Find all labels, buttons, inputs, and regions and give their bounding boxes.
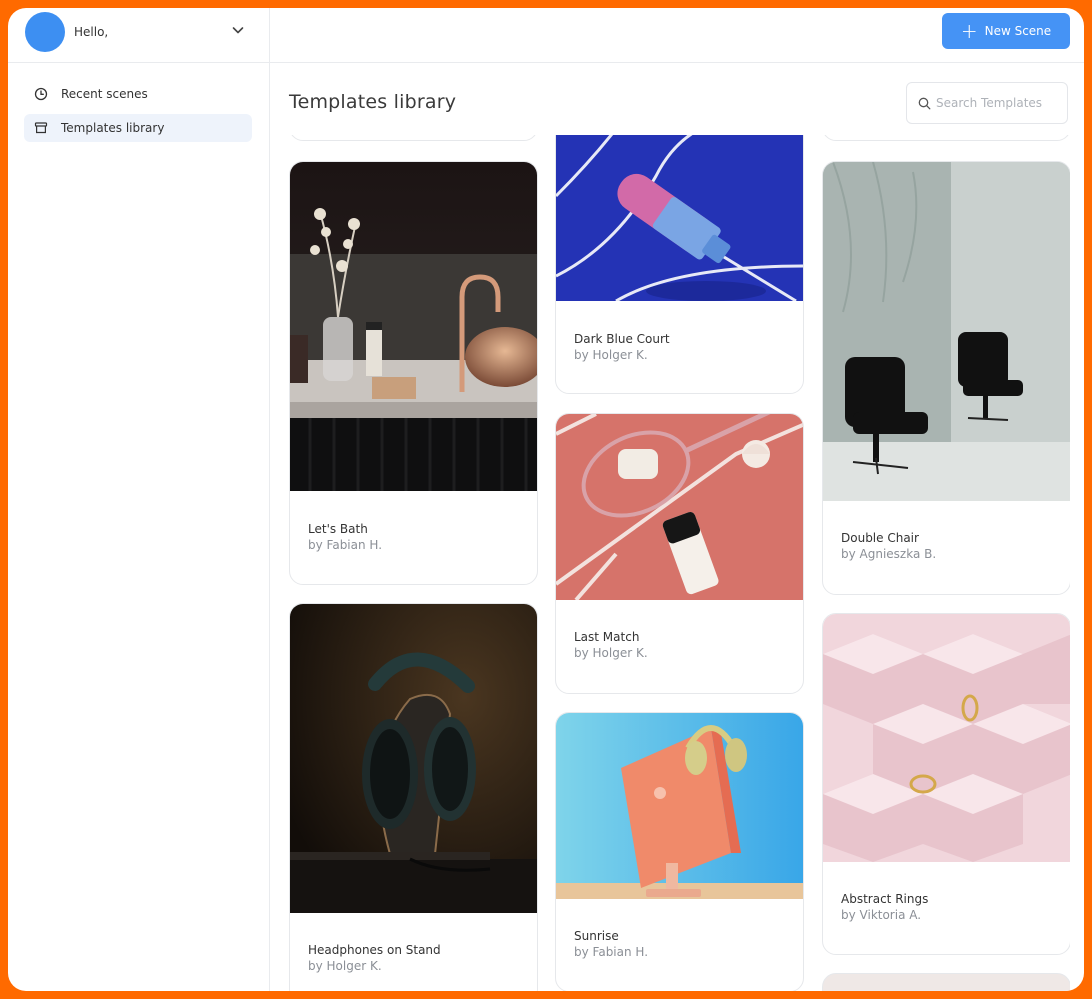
archive-icon (34, 122, 48, 134)
new-scene-button[interactable]: + New Scene (942, 13, 1070, 49)
sidebar-item-label: Recent scenes (61, 87, 148, 101)
template-name: Sunrise (574, 929, 619, 943)
template-author: by Fabian H. (308, 538, 383, 552)
bathroom-scene-image (290, 162, 537, 491)
top-bar: Hello, + New Scene (8, 8, 1084, 63)
template-caption: Let's Bath by Fabian H. (308, 522, 382, 552)
page-title: Templates library (289, 91, 457, 113)
template-card[interactable]: Let's Bath by Fabian H. (289, 161, 538, 585)
sidebar-item-recent-scenes[interactable]: Recent scenes (24, 80, 252, 108)
search-box[interactable] (906, 82, 1068, 124)
template-card-partial[interactable] (289, 135, 538, 141)
last-match-scene-image (556, 414, 803, 600)
sidebar: Recent scenes Templates library (8, 63, 270, 991)
sidebar-item-label: Templates library (61, 121, 165, 135)
template-caption: Sunrise by Fabian H. (574, 929, 648, 959)
template-name: Headphones on Stand (308, 943, 441, 957)
sunrise-scene-image (556, 713, 803, 899)
template-thumbnail (290, 162, 537, 491)
template-card-partial[interactable] (822, 135, 1070, 141)
chevron-down-icon[interactable] (230, 22, 246, 38)
template-card[interactable]: Headphones on Stand by Holger K. (289, 603, 538, 991)
search-input[interactable] (936, 96, 1066, 110)
greeting-text: Hello, (74, 25, 109, 39)
user-menu[interactable]: Hello, (8, 8, 270, 63)
template-thumbnail (823, 162, 1070, 501)
template-name: Abstract Rings (841, 892, 929, 906)
main-content: Templates library Search Templates Let's… (271, 64, 1084, 991)
double-chair-scene-image (823, 162, 1070, 501)
template-caption: Dark Blue Court by Holger K. (574, 332, 670, 362)
template-card[interactable]: Dark Blue Court by Holger K. (555, 135, 804, 394)
clock-icon (34, 87, 48, 101)
template-author: by Viktoria A. (841, 908, 922, 922)
template-name: Let's Bath (308, 522, 368, 536)
templates-grid: Let's Bath by Fabian H. Headphones on St… (289, 135, 1070, 991)
template-card[interactable]: Double Chair by Agnieszka B. (822, 161, 1070, 595)
template-name: Dark Blue Court (574, 332, 670, 346)
template-author: by Holger K. (574, 646, 648, 660)
abstract-rings-scene-image (823, 614, 1070, 862)
template-card[interactable]: Last Match by Holger K. (555, 413, 804, 694)
headphones-scene-image (290, 604, 537, 913)
template-caption: Last Match by Holger K. (574, 630, 648, 660)
template-author: by Holger K. (308, 959, 382, 973)
new-scene-label: New Scene (984, 24, 1052, 38)
search-icon (918, 97, 931, 109)
app-window: Hello, + New Scene Recent scenes Templat… (8, 8, 1084, 991)
template-author: by Holger K. (574, 348, 648, 362)
template-card[interactable]: Sunrise by Fabian H. (555, 712, 804, 991)
template-thumbnail (823, 614, 1070, 862)
blue-court-scene-image (556, 135, 803, 301)
template-caption: Double Chair by Agnieszka B. (841, 531, 936, 561)
template-thumbnail (556, 135, 803, 301)
sidebar-item-templates-library[interactable]: Templates library (24, 114, 252, 142)
avatar[interactable] (25, 12, 65, 52)
template-thumbnail (556, 414, 803, 600)
template-caption: Headphones on Stand by Holger K. (308, 943, 441, 973)
template-card[interactable]: Abstract Rings by Viktoria A. (822, 613, 1070, 955)
template-card-partial[interactable] (822, 973, 1070, 991)
template-thumbnail (556, 713, 803, 899)
template-thumbnail (290, 604, 537, 913)
template-name: Last Match (574, 630, 640, 644)
plus-icon: + (960, 19, 978, 43)
template-caption: Abstract Rings by Viktoria A. (841, 892, 928, 922)
template-author: by Agnieszka B. (841, 547, 937, 561)
template-author: by Fabian H. (574, 945, 649, 959)
template-name: Double Chair (841, 531, 919, 545)
